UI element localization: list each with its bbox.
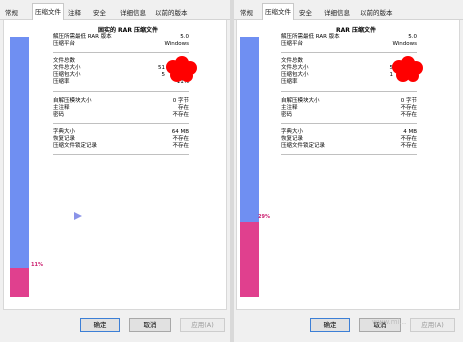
section-divider (53, 91, 189, 92)
tab-security[interactable]: 安全 (297, 6, 314, 20)
tab-details[interactable]: 详细信息 (118, 6, 148, 20)
row-label: 文件总数 (53, 58, 76, 64)
redaction-blot (392, 56, 423, 82)
watermark-text: www.mi... (372, 318, 407, 326)
row-value: 不存在 (400, 112, 417, 118)
tab-bar: 常规 压缩文件 安全 详细信息 以前的版本 (234, 0, 463, 21)
row-value: Windows (392, 41, 417, 47)
row-label: 解压所需最低 RAR 版本 (281, 34, 340, 40)
tab-security[interactable]: 安全 (91, 6, 108, 20)
section-divider (53, 154, 189, 155)
left-properties-window: 常规 压缩文件 注释 安全 详细信息 以前的版本 11% 固实的 RAR 压缩文… (0, 0, 230, 342)
cancel-button[interactable]: 取消 (129, 318, 171, 332)
row-value: 不存在 (172, 136, 189, 142)
archive-tab-page (236, 20, 460, 310)
archive-type-title: 固实的 RAR 压缩文件 (97, 27, 159, 34)
row-label: 压缩平台 (281, 41, 304, 47)
row-value: 不存在 (400, 143, 417, 149)
section-divider (281, 52, 417, 53)
row-label: 主注释 (281, 105, 298, 111)
ratio-bar-fill (240, 222, 259, 297)
section-divider (281, 154, 417, 155)
row-label: 密码 (53, 112, 65, 118)
row-value: 不存在 (172, 143, 189, 149)
section-divider (53, 123, 189, 124)
row-label: 压缩包大小 (53, 72, 81, 78)
ok-button[interactable]: 确定 (310, 318, 350, 332)
apply-button[interactable]: 应用(A) (180, 318, 225, 332)
ratio-bar-fill (10, 268, 29, 297)
row-label: 主注释 (53, 105, 70, 111)
row-value: 5.0 (180, 34, 189, 40)
row-label: 文件总数 (281, 58, 304, 64)
tab-archive[interactable]: 压缩文件 (262, 3, 294, 21)
mouse-cursor-icon (74, 212, 82, 220)
row-label: 文件总大小 (53, 65, 81, 71)
row-value: 不存在 (172, 112, 189, 118)
row-value: 0 字节 (400, 98, 417, 104)
row-label: 自解压模块大小 (281, 98, 320, 104)
row-label: 自解压模块大小 (53, 98, 92, 104)
archive-type-title: RAR 压缩文件 (336, 27, 376, 34)
ratio-bar-background (10, 37, 29, 297)
row-value: 存在 (177, 105, 189, 111)
ratio-percent-label: 11% (31, 262, 43, 268)
row-label: 压缩平台 (53, 41, 76, 47)
section-divider (53, 52, 189, 53)
tab-general[interactable]: 常规 (3, 6, 20, 20)
tab-previous-versions[interactable]: 以前的版本 (358, 6, 395, 20)
row-label: 压缩文件锁定记录 (53, 143, 98, 149)
tab-comment[interactable]: 注释 (66, 6, 83, 20)
tab-bar: 常规 压缩文件 注释 安全 详细信息 以前的版本 (0, 0, 230, 21)
ok-button[interactable]: 确定 (80, 318, 120, 332)
row-value: 4 MB (403, 129, 417, 135)
row-label: 文件总大小 (281, 65, 309, 71)
row-label: 密码 (281, 112, 293, 118)
row-label: 字典大小 (281, 129, 304, 135)
row-label: 恢复记录 (281, 136, 304, 142)
tab-previous-versions[interactable]: 以前的版本 (153, 6, 190, 20)
apply-button[interactable]: 应用(A) (410, 318, 455, 332)
tab-archive[interactable]: 压缩文件 (32, 3, 64, 21)
row-label: 解压所需最低 RAR 版本 (53, 34, 112, 40)
row-value: 0 字节 (172, 98, 189, 104)
tab-details[interactable]: 详细信息 (322, 6, 352, 20)
row-label: 压缩率 (53, 79, 70, 85)
row-value: 不存在 (400, 136, 417, 142)
row-label: 字典大小 (53, 129, 76, 135)
row-label: 压缩文件锁定记录 (281, 143, 326, 149)
row-value: 不存在 (400, 105, 417, 111)
row-value: 5.0 (408, 34, 417, 40)
right-properties-window: 常规 压缩文件 安全 详细信息 以前的版本 29% RAR 压缩文件 解压所需最… (234, 0, 463, 342)
row-label: 恢复记录 (53, 136, 76, 142)
tab-general[interactable]: 常规 (238, 6, 255, 20)
row-value: 64 MB (171, 129, 189, 135)
section-divider (281, 123, 417, 124)
ratio-percent-label: 29% (258, 214, 270, 220)
row-value: Windows (164, 41, 189, 47)
section-divider (281, 91, 417, 92)
row-label: 压缩率 (281, 79, 298, 85)
redaction-blot (166, 56, 197, 82)
row-label: 压缩包大小 (281, 72, 309, 78)
